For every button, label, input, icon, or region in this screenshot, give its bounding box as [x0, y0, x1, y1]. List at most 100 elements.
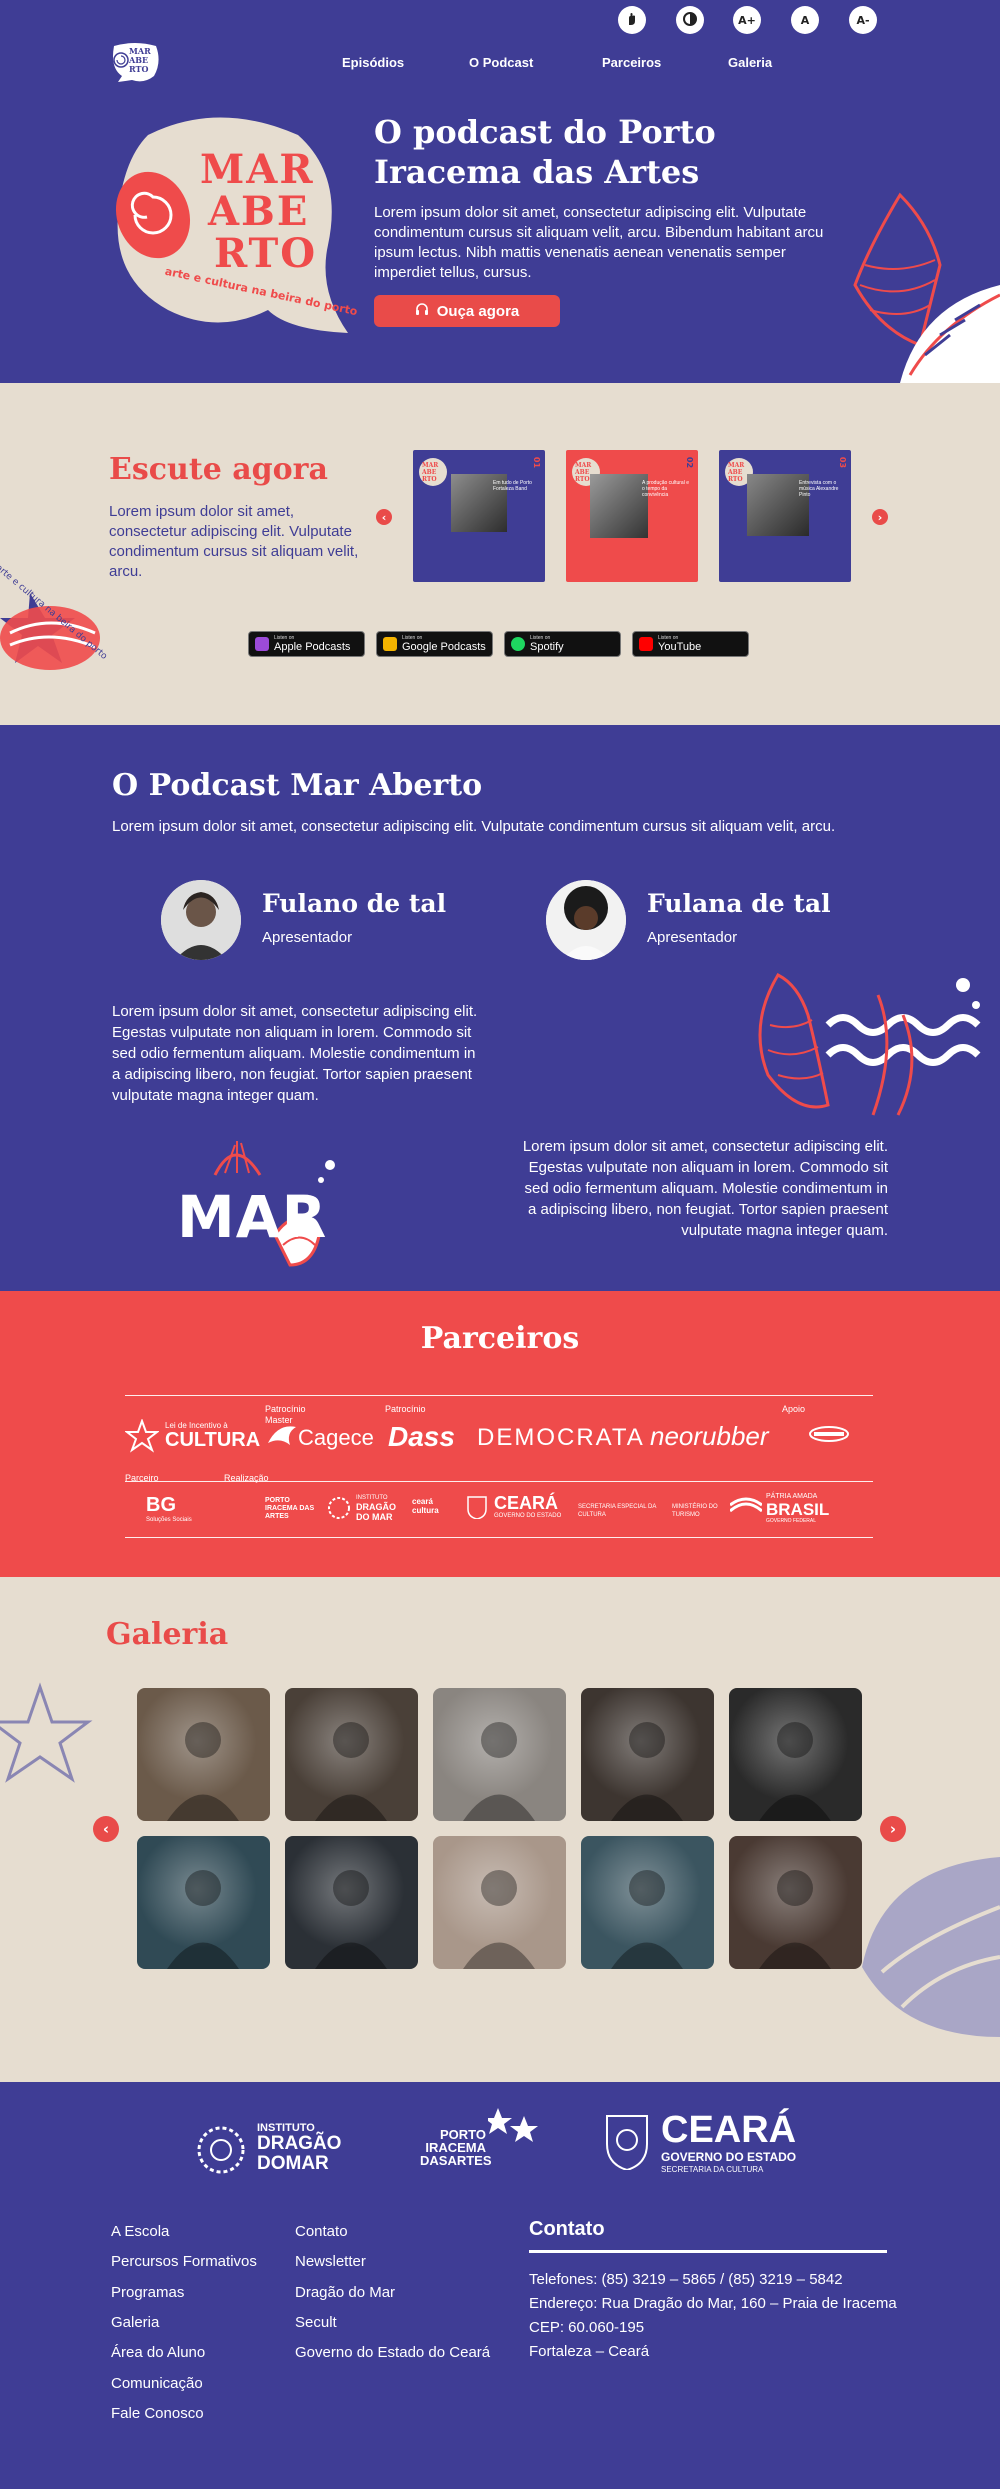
- gallery-photo[interactable]: [433, 1688, 566, 1821]
- gallery-photo[interactable]: [137, 1836, 270, 1969]
- hero-text: Lorem ipsum dolor sit amet, consectetur …: [374, 204, 824, 281]
- about-subtitle: Lorem ipsum dolor sit amet, consectetur …: [112, 818, 836, 835]
- mar-logo-illustration: MAR: [175, 1135, 335, 1285]
- starfish-decoration: arte e cultura na beira do porto: [0, 543, 110, 673]
- gallery-photo[interactable]: [581, 1836, 714, 1969]
- avatar: [161, 880, 241, 960]
- dragao-do-mar-footer-logo[interactable]: INSTITUTO DRAGÃO DOMAR: [195, 2116, 355, 2176]
- footer-link-percursos[interactable]: Percursos Formativos: [111, 2253, 257, 2270]
- gallery-photo[interactable]: [137, 1688, 270, 1821]
- footer-link-newsletter[interactable]: Newsletter: [295, 2253, 366, 2270]
- site-logo[interactable]: MAR ABE RTO: [108, 42, 162, 84]
- contact-phones: Telefones: (85) 3219 – 5865 / (85) 3219 …: [529, 2271, 843, 2288]
- google-podcasts-icon: [383, 637, 397, 651]
- youtube-button[interactable]: Listen on YouTube: [632, 631, 749, 657]
- label-patrocinio: Patrocínio: [385, 1404, 426, 1414]
- leaf-decoration: [842, 1847, 1000, 2037]
- host-role: Apresentador: [262, 929, 353, 946]
- host-name: Fulano de tal: [262, 889, 447, 918]
- secretaria-cultura-logo[interactable]: SECRETARIA ESPECIAL DA CULTURA: [578, 1503, 670, 1519]
- control-room-icon: [137, 1870, 270, 1969]
- about-paragraph-2: Lorem ipsum dolor sit amet, consectetur …: [522, 1138, 888, 1239]
- democrata-logo[interactable]: DEMOCRATA: [477, 1424, 645, 1452]
- apoio-logo[interactable]: [808, 1421, 850, 1452]
- footer-link-programas[interactable]: Programas: [111, 2284, 184, 2301]
- episode-card[interactable]: MAR ABE RTO Entrevista com o música Alex…: [719, 450, 851, 582]
- episode-card[interactable]: MAR ABE RTO Em tudo de Porto Fortaleza B…: [413, 450, 545, 582]
- spotify-button[interactable]: Listen on Spotify: [504, 631, 621, 657]
- youtube-icon: [639, 637, 653, 651]
- episode-number: 03: [838, 456, 848, 469]
- footer-link-area-aluno[interactable]: Área do Aluno: [111, 2344, 205, 2361]
- porto-iracema-logo[interactable]: PORTO IRACEMA DAS ARTES: [265, 1497, 317, 1521]
- divider: [125, 1395, 873, 1396]
- ceara-footer-logo[interactable]: CEARÁ GOVERNO DO ESTADO SECRETARIA DA CU…: [603, 2108, 823, 2178]
- footer-dragao-2: DOMAR: [257, 2153, 329, 2174]
- font-reset-button[interactable]: A: [791, 6, 819, 34]
- porto-iracema-footer-logo[interactable]: PORTO IRACEMA DASARTES: [420, 2106, 540, 2176]
- font-increase-button[interactable]: A+: [733, 6, 761, 34]
- footer-link-contato[interactable]: Contato: [295, 2223, 348, 2240]
- dass-logo[interactable]: Dass: [388, 1421, 455, 1453]
- gallery-photo[interactable]: [433, 1836, 566, 1969]
- footer-ceara-sub2: SECRETARIA DA CULTURA: [661, 2165, 764, 2174]
- contact-title: Contato: [529, 2218, 605, 2240]
- logo-line-3: RTO: [129, 64, 149, 74]
- footer-link-a-escola[interactable]: A Escola: [111, 2223, 169, 2240]
- gallery-photo[interactable]: [729, 1688, 862, 1821]
- gallery-prev-button[interactable]: ‹: [93, 1816, 119, 1842]
- episode-caption: Entrevista com o música Alexandre Pinto: [799, 480, 839, 498]
- dragao-text: DRAGÃO DO MAR: [356, 1502, 396, 1522]
- empty-studio-icon: [433, 1870, 566, 1969]
- ceara-cultura-logo[interactable]: ceará cultura: [412, 1497, 456, 1515]
- episode-caption: Em tudo de Porto Fortaleza Band: [493, 480, 532, 492]
- contrast-icon: [682, 11, 698, 30]
- mic-closeup-icon: [433, 1722, 566, 1821]
- footer-link-galeria[interactable]: Galeria: [111, 2314, 159, 2331]
- apple-podcasts-button[interactable]: Listen on Apple Podcasts: [248, 631, 365, 657]
- platform-name: YouTube: [658, 641, 702, 653]
- nav-episodios[interactable]: Episódios: [342, 55, 404, 70]
- footer-link-governo[interactable]: Governo do Estado do Ceará: [295, 2344, 490, 2361]
- gallery-title: Galeria: [106, 1617, 229, 1652]
- ministerio-turismo-logo[interactable]: MINISTÉRIO DO TURISMO: [672, 1503, 722, 1519]
- gallery-photo[interactable]: [729, 1836, 862, 1969]
- lei-large: CULTURA: [165, 1429, 261, 1451]
- carousel-next-button[interactable]: ›: [872, 509, 888, 525]
- platform-name: Apple Podcasts: [274, 641, 351, 653]
- hero-section: A+ A A- MAR ABE RTO Episódios O Podcast …: [0, 0, 1000, 383]
- hero-badge-logo: MAR ABE RTO arte e cultura na beira do p…: [108, 105, 359, 337]
- listen-section: arte e cultura na beira do porto Escute …: [0, 383, 1000, 725]
- headphones-icon: [415, 302, 429, 320]
- man-headphones-icon: [729, 1870, 862, 1969]
- accessibility-vlibras-button[interactable]: [618, 6, 646, 34]
- neorubber-logo[interactable]: neorubber: [650, 1421, 769, 1452]
- episode-card[interactable]: MAR ABE RTO A produção cultural e o temp…: [566, 450, 698, 582]
- partners-section: Parceiros Patrocínio Master Patrocínio A…: [0, 1291, 1000, 1577]
- footer-link-secult[interactable]: Secult: [295, 2314, 337, 2331]
- chevron-right-icon: ›: [877, 510, 883, 524]
- footer-link-comunicacao[interactable]: Comunicação: [111, 2375, 203, 2392]
- nav-parceiros[interactable]: Parceiros: [602, 55, 661, 70]
- contrast-toggle-button[interactable]: [676, 6, 704, 34]
- bg-small: Soluções Sociais: [146, 1517, 192, 1523]
- bg-text: BG: [146, 1494, 176, 1516]
- listen-now-button[interactable]: Ouça agora: [374, 295, 560, 327]
- carousel-prev-button[interactable]: ‹: [376, 509, 392, 525]
- nav-o-podcast[interactable]: O Podcast: [469, 55, 533, 70]
- bg-logo[interactable]: BG Soluções Sociais: [146, 1494, 192, 1523]
- footer-link-fale-conosco[interactable]: Fale Conosco: [111, 2405, 204, 2422]
- footer-link-dragao[interactable]: Dragão do Mar: [295, 2284, 395, 2301]
- gallery-photo[interactable]: [285, 1688, 418, 1821]
- nav-galeria[interactable]: Galeria: [728, 55, 772, 70]
- episode-number: 02: [685, 456, 695, 469]
- gallery-next-button[interactable]: ›: [880, 1816, 906, 1842]
- google-podcasts-button[interactable]: Listen on Google Podcasts: [376, 631, 493, 657]
- divider: [125, 1537, 873, 1538]
- waves-shell-illustration: [748, 965, 1000, 1125]
- about-paragraph-1: Lorem ipsum dolor sit amet, consectetur …: [112, 1003, 478, 1104]
- platform-name: Spotify: [530, 641, 564, 653]
- gallery-photo[interactable]: [285, 1836, 418, 1969]
- font-decrease-button[interactable]: A-: [849, 6, 877, 34]
- gallery-photo[interactable]: [581, 1688, 714, 1821]
